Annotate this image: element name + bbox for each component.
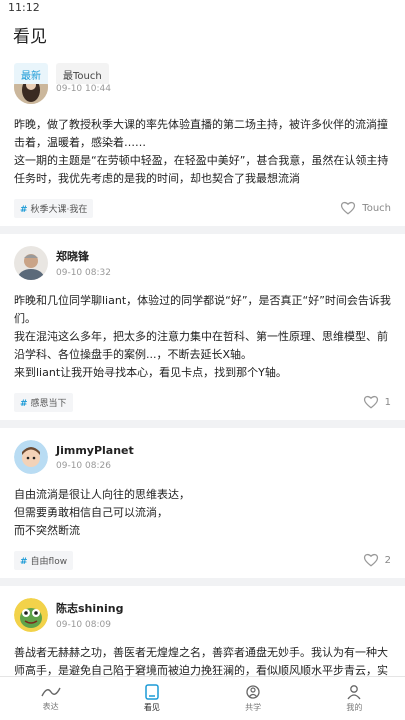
post-date: 09-10 10:44 [56, 84, 111, 94]
heart-icon [341, 201, 356, 215]
like-button[interactable]: 1 [363, 395, 391, 409]
nav-label: 表达 [42, 702, 59, 711]
post-footer: # 秋季大课·我在 Touch [14, 198, 391, 218]
post-text: 昨晚和几位同学聊liant，体验过的同学都说“好”，是否真正“好”时间会告诉我们… [14, 294, 391, 325]
tab-latest[interactable]: 最新 [14, 63, 48, 86]
topic-tag[interactable]: # 感恩当下 [14, 392, 73, 412]
post-date: 09-10 08:09 [56, 620, 111, 630]
post-card[interactable]: JimmyPlanet 09-10 08:26 自由流淌是很让人向往的思维表达，… [0, 428, 405, 578]
post-text: 但需要勇敢相信自己可以流淌， [14, 506, 168, 519]
post-text: 我在混沌这么多年，把太多的注意力集中在哲科、第一性原理、思维模型、前沿学科、各位… [14, 330, 388, 361]
post-footer: # 感恩当下 1 [14, 392, 391, 412]
post-feed[interactable]: 09-10 10:44 昨晚，做了教授秋季大课的率先体验直播的第二场主持，被许多… [0, 84, 405, 676]
like-count: 1 [384, 396, 391, 408]
author-name[interactable]: 郑晓锋 [56, 248, 111, 264]
like-button[interactable]: 2 [363, 553, 391, 567]
page-header: 看见 [0, 16, 405, 52]
hash-icon: # [20, 398, 28, 409]
post-card[interactable]: 09-10 10:44 昨晚，做了教授秋季大课的率先体验直播的第二场主持，被许多… [0, 84, 405, 226]
heart-icon [363, 553, 378, 567]
avatar[interactable] [14, 598, 48, 632]
post-body: 善战者无赫赫之功，善医者无煌煌之名，善弈者通盘无妙手。我认为有一种大师高手，是避… [14, 644, 391, 676]
post-date: 09-10 08:32 [56, 268, 111, 278]
post-text: 自由流淌是很让人向往的思维表达， [14, 488, 190, 501]
hash-icon: # [20, 556, 28, 567]
avatar[interactable] [14, 84, 48, 104]
topic-tag[interactable]: # 秋季大课·我在 [14, 198, 94, 218]
like-label: Touch [362, 202, 391, 214]
post-text: 善战者无赫赫之功，善医者无煌煌之名，善弈者通盘无妙手。我认为有一种大师高手，是避… [14, 646, 388, 676]
post-card[interactable]: 陈志shining 09-10 08:09 善战者无赫赫之功，善医者无煌煌之名，… [0, 586, 405, 676]
post-text: 来到liant让我开始寻找本心，看见卡点，找到那个Y轴。 [14, 366, 287, 379]
nav-label: 看见 [143, 703, 160, 712]
bottom-nav: 表达 看见 共学 我的 [0, 676, 405, 720]
nav-item-see[interactable]: 看见 [101, 677, 202, 720]
post-body: 昨晚，做了教授秋季大课的率先体验直播的第二场主持，被许多伙伴的流淌撞击着，温暖着… [14, 116, 391, 188]
like-button[interactable]: Touch [340, 201, 391, 215]
post-header: 郑晓锋 09-10 08:32 [14, 244, 391, 282]
hash-icon: # [20, 204, 28, 215]
tab-most-touch[interactable]: 最Touch [56, 63, 109, 86]
like-count: 2 [384, 554, 391, 566]
topic-label: 秋季大课·我在 [30, 204, 88, 215]
status-bar: 11:12 [0, 0, 405, 16]
nav-item-me[interactable]: 我的 [304, 677, 405, 720]
author-name[interactable]: JimmyPlanet [56, 444, 134, 457]
author-name[interactable]: 陈志shining [56, 600, 123, 616]
post-card[interactable]: 郑晓锋 09-10 08:32 昨晚和几位同学聊liant，体验过的同学都说“好… [0, 234, 405, 420]
nav-label: 我的 [346, 703, 363, 712]
post-text: 而不突然断流 [14, 524, 80, 537]
topic-tag[interactable]: # 自由flow [14, 550, 74, 570]
post-footer: # 自由flow 2 [14, 550, 391, 570]
post-body: 昨晚和几位同学聊liant，体验过的同学都说“好”，是否真正“好”时间会告诉我们… [14, 292, 391, 382]
post-date: 09-10 08:26 [56, 460, 111, 471]
nav-label: 共学 [245, 703, 262, 712]
nav-item-colearn[interactable]: 共学 [203, 677, 304, 720]
wave-icon [40, 687, 61, 697]
topic-label: 感恩当下 [30, 398, 67, 409]
nav-item-express[interactable]: 表达 [0, 677, 101, 720]
page-title: 看见 [13, 27, 47, 47]
avatar[interactable] [14, 440, 48, 474]
post-body: 自由流淌是很让人向往的思维表达， 但需要勇敢相信自己可以流淌， 而不突然断流 [14, 486, 391, 540]
post-header: 09-10 10:44 [14, 84, 391, 106]
post-text: 这一期的主题是“在劳顿中轻盈，在轻盈中美好”，甚合我意，虽然在认领主持任务时，我… [14, 154, 389, 185]
person-icon [347, 685, 361, 700]
avatar[interactable] [14, 246, 48, 280]
post-header: 陈志shining 09-10 08:09 [14, 596, 391, 634]
tablet-icon [145, 684, 159, 700]
group-icon [246, 685, 260, 699]
post-text: 昨晚，做了教授秋季大课的率先体验直播的第二场主持，被许多伙伴的流淌撞击着，温暖着… [14, 118, 388, 149]
topic-label: 自由flow [30, 556, 68, 567]
heart-icon [363, 395, 378, 409]
post-header: JimmyPlanet 09-10 08:26 [14, 438, 391, 476]
status-time: 11:12 [8, 1, 40, 14]
